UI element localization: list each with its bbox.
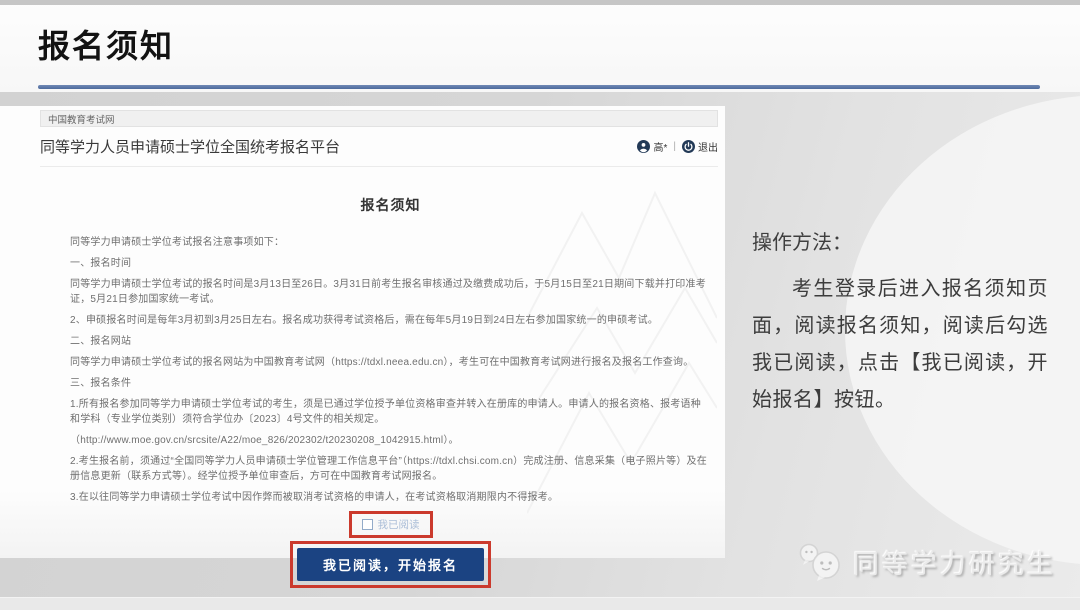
logout-button[interactable]: 退出 xyxy=(682,139,718,154)
user-area: 高* | 退出 xyxy=(637,139,718,154)
checkbox-highlight-box: 我已阅读 xyxy=(349,511,433,538)
browser-screenshot-panel: 中国教育考试网 同等学力人员申请硕士学位全国统考报名平台 高* | xyxy=(0,106,725,558)
top-edge-bar xyxy=(0,0,1080,5)
notice-paragraph: 1.所有报名参加同等学力申请硕士学位考试的考生，须是已通过学位授予单位资格审查并… xyxy=(70,397,711,427)
notice-paragraph: 2.考生报名前，须通过“全国同等学力人员申请硕士学位管理工作信息平台”（http… xyxy=(70,454,711,484)
button-highlight-box: 我已阅读，开始报名 xyxy=(290,541,491,588)
notice-paragraph: （http://www.moe.gov.cn/srcsite/A22/moe_8… xyxy=(70,433,711,448)
agree-row: 我已阅读 xyxy=(70,511,711,538)
notice-paragraph: 2、申硕报名时间是每年3月初到3月25日左右。报名成功获得考试资格后，需在每年5… xyxy=(70,313,711,328)
logout-icon xyxy=(682,140,695,153)
start-registration-button[interactable]: 我已阅读，开始报名 xyxy=(297,548,484,581)
instructions-body: 考生登录后进入报名须知页面，阅读报名须知，阅读后勾选我已阅读，点击【我已阅读，开… xyxy=(752,271,1048,419)
notice-heading: 报名须知 xyxy=(70,195,711,215)
notice-paragraph: 3.在以往同等学力申请硕士学位考试中因作弊而被取消考试资格的申请人，在考试资格取… xyxy=(70,490,711,505)
notice-paragraphs: 同等学力申请硕士学位考试报名注意事项如下：一、报名时间同等学力申请硕士学位考试的… xyxy=(70,235,711,505)
user-icon xyxy=(637,140,650,153)
watermark-label: 同等学力研究生 xyxy=(853,544,1056,581)
agree-checkbox[interactable] xyxy=(362,519,373,530)
page-title: 报名须知 xyxy=(38,21,174,67)
logout-label: 退出 xyxy=(698,139,718,154)
wechat-bubbles-icon xyxy=(797,541,843,583)
notice-paragraph: 一、报名时间 xyxy=(70,256,711,271)
notice-paragraph: 同等学力申请硕士学位考试报名注意事项如下： xyxy=(70,235,711,250)
bottom-band xyxy=(0,597,1080,610)
button-row: 我已阅读，开始报名 xyxy=(70,541,711,588)
slide-header: 报名须知 xyxy=(0,0,1080,92)
title-underline xyxy=(38,85,1040,89)
user-name: 高* xyxy=(653,139,667,154)
platform-title: 同等学力人员申请硕士学位全国统考报名平台 xyxy=(40,136,340,157)
site-name: 中国教育考试网 xyxy=(48,112,115,126)
instructions-block: 操作方法： 考生登录后进入报名须知页面，阅读报名须知，阅读后勾选我已阅读，点击【… xyxy=(752,226,1048,419)
notice-paragraph: 同等学力申请硕士学位考试的报名时间是3月13日至26日。3月31日前考生报名审核… xyxy=(70,277,711,307)
platform-header: 同等学力人员申请硕士学位全国统考报名平台 高* | xyxy=(40,127,718,167)
slide: 报名须知 中国教育考试网 同等学力人员申请硕士学位全国统考报名平台 xyxy=(0,0,1080,610)
browser-site-bar: 中国教育考试网 xyxy=(40,110,718,127)
notice-content: 报名须知 同等学力申请硕士学位考试报名注意事项如下：一、报名时间同等学力申请硕士… xyxy=(0,195,725,588)
instructions-heading: 操作方法： xyxy=(752,226,1048,255)
notice-paragraph: 二、报名网站 xyxy=(70,334,711,349)
agree-checkbox-label[interactable]: 我已阅读 xyxy=(378,517,420,532)
user-menu[interactable]: 高* xyxy=(637,139,667,154)
notice-paragraph: 三、报名条件 xyxy=(70,376,711,391)
notice-paragraph: 同等学力申请硕士学位考试的报名网站为中国教育考试网（https://tdxl.n… xyxy=(70,355,711,370)
header-divider: | xyxy=(673,141,676,152)
channel-watermark: 同等学力研究生 xyxy=(797,541,1056,583)
